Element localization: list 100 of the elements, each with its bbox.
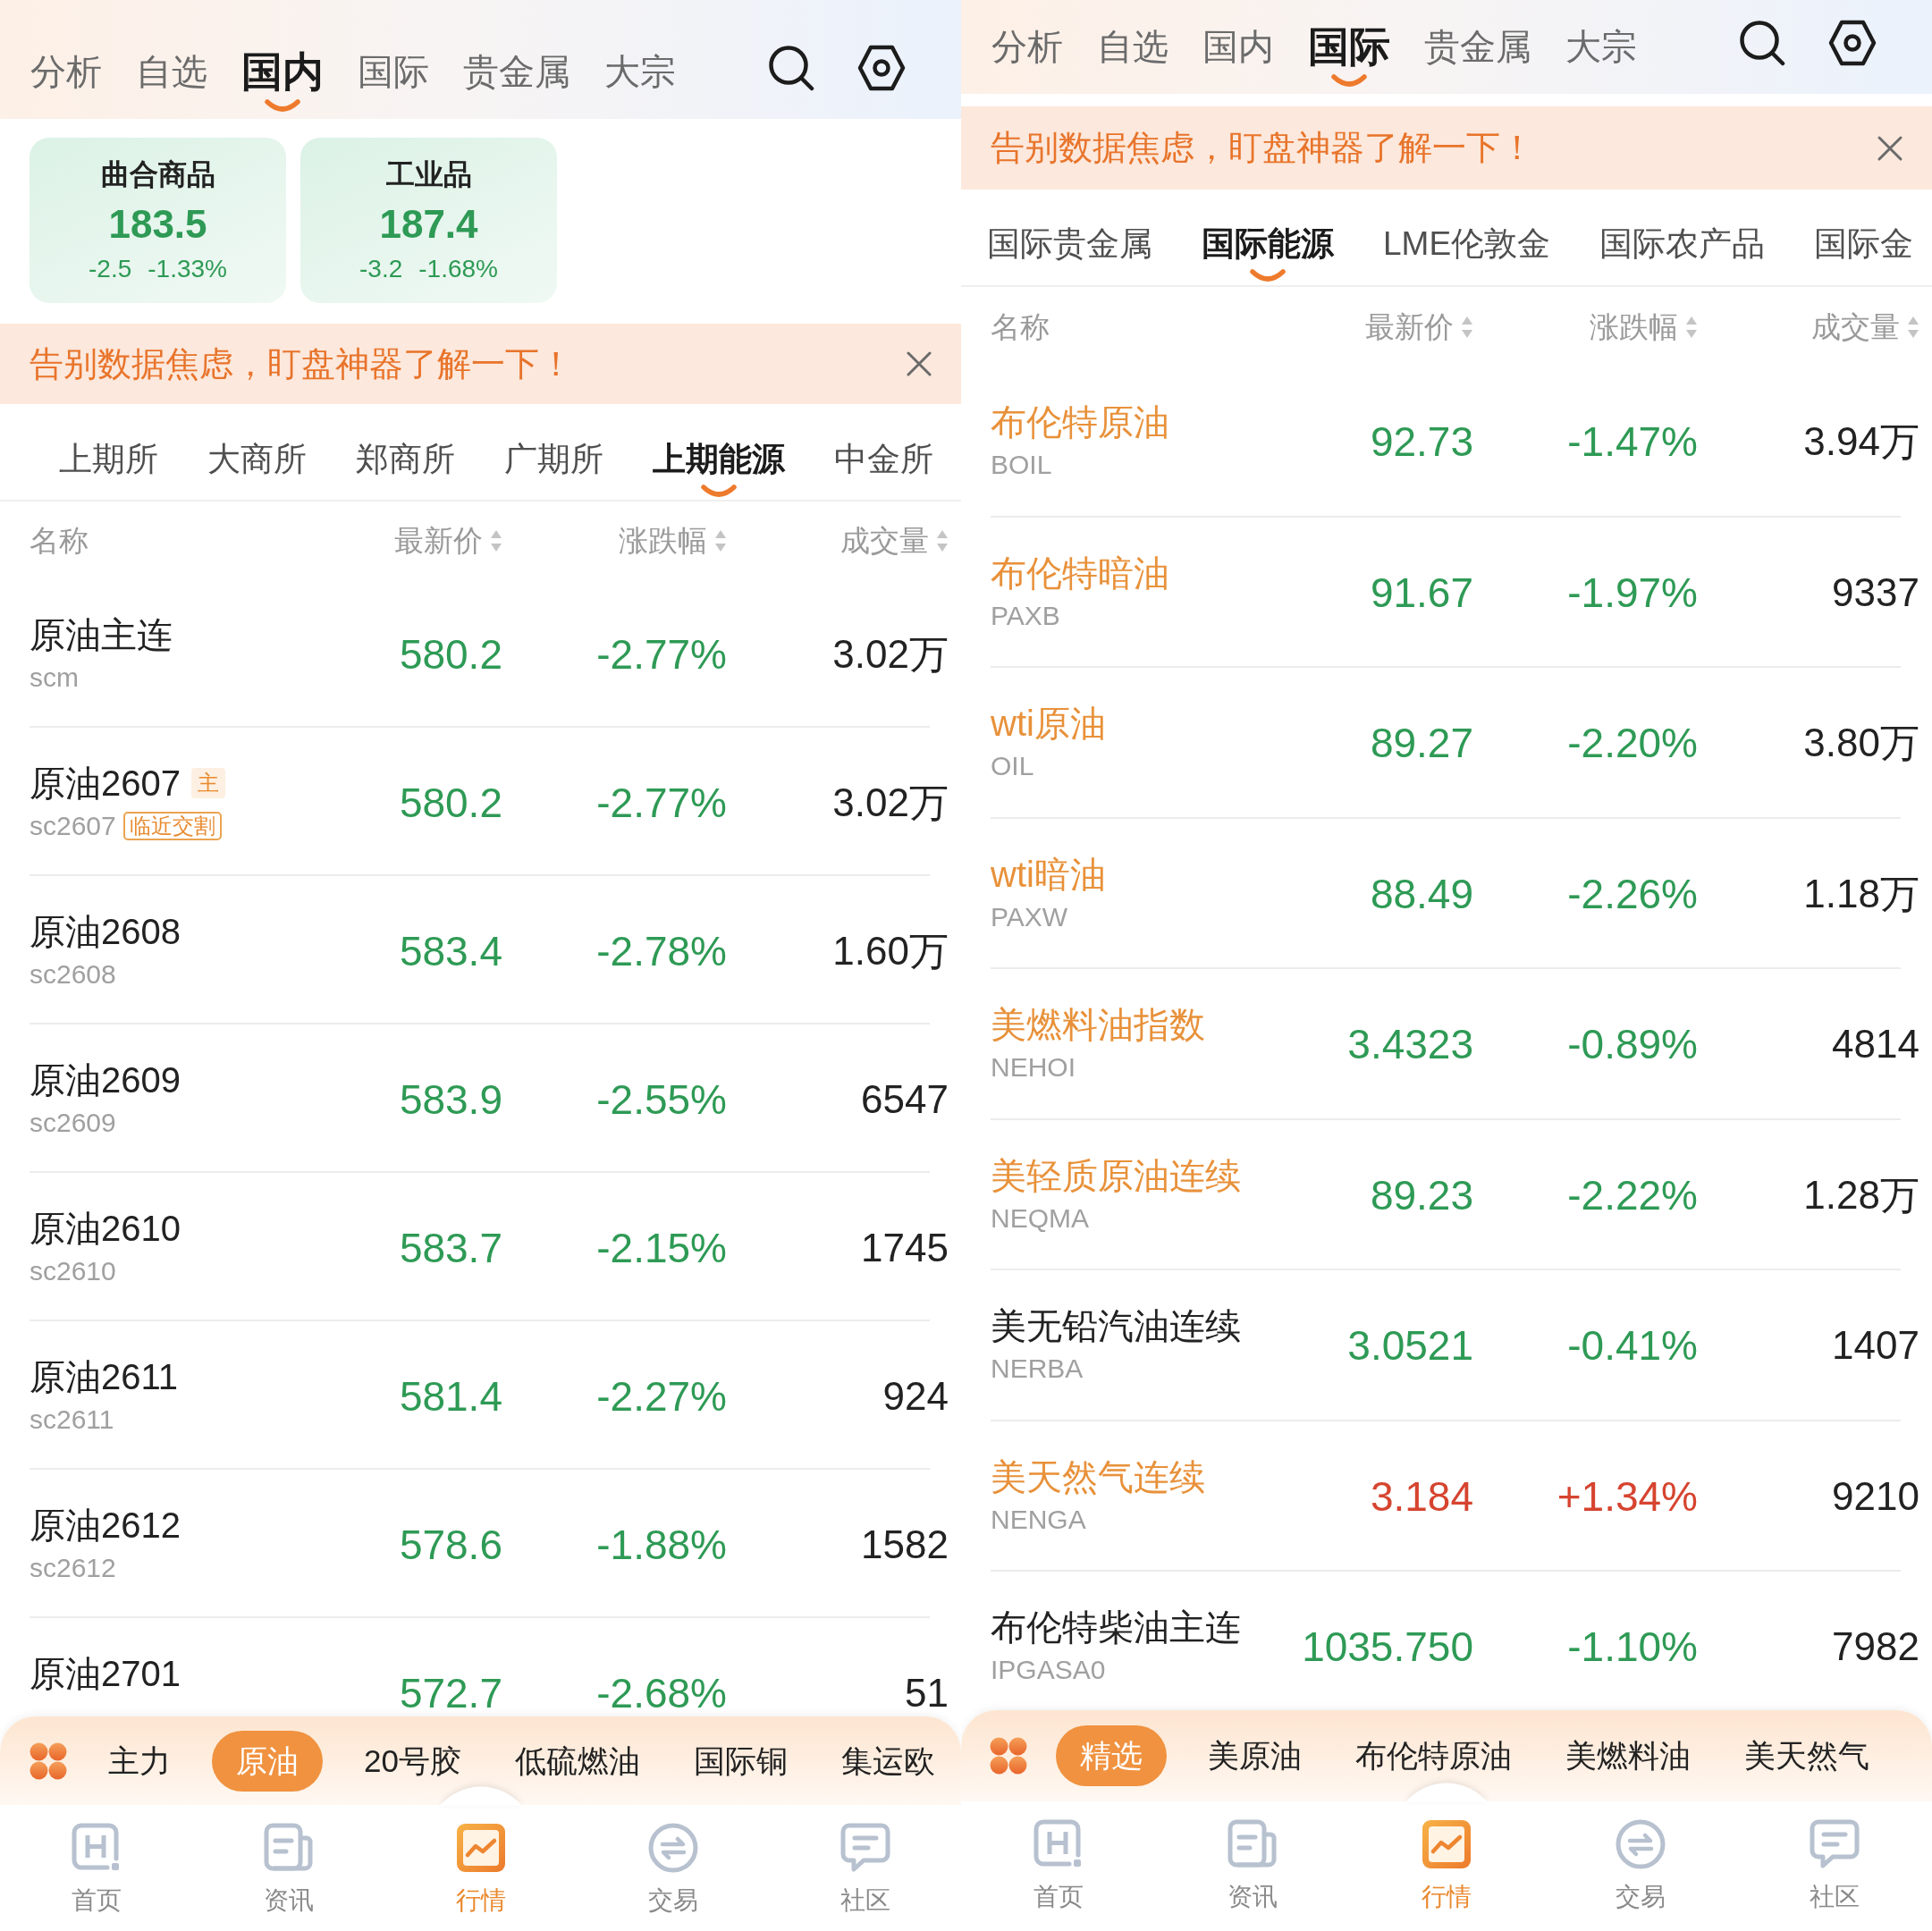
column-header[interactable]: 最新价	[394, 520, 502, 561]
last-price: 581.4	[399, 1372, 502, 1419]
search-icon[interactable]	[768, 45, 814, 91]
contract-name: 布伦特原油	[991, 401, 1169, 443]
arc-indicator-icon	[1250, 269, 1286, 282]
category-chip[interactable]: 美燃料油	[1553, 1725, 1703, 1786]
top-tab[interactable]: 自选	[136, 46, 207, 97]
contract-code: sc2608	[30, 958, 116, 991]
top-tab[interactable]: 贵金属	[1424, 21, 1531, 72]
change-percent: -1.88%	[596, 1521, 727, 1567]
contract-name: 原油2612	[30, 1505, 181, 1547]
bottom-nav-tab[interactable]: 社区	[1737, 1801, 1932, 1931]
contract-code: NENGA	[991, 1503, 1086, 1536]
exchange-tab[interactable]: 上期所	[59, 437, 158, 482]
top-tab[interactable]: 国内	[1202, 21, 1274, 72]
column-header[interactable]: 成交量	[840, 520, 949, 561]
top-tab[interactable]: 大宗	[1565, 21, 1637, 72]
volume: 3.02万	[832, 780, 949, 825]
contract-code: PAXB	[991, 599, 1060, 632]
contract-name: 原油2610	[30, 1208, 181, 1250]
bottom-nav-tab[interactable]: 首页	[0, 1805, 192, 1931]
top-tab[interactable]: 贵金属	[463, 46, 570, 97]
exchange-tab[interactable]: 上期能源	[653, 437, 785, 497]
bottom-nav-tab[interactable]: 资讯	[192, 1805, 384, 1931]
line-chart-icon[interactable]	[454, 1822, 507, 1874]
index-change: -2.5	[89, 254, 132, 284]
category-chip[interactable]: 美原油	[1195, 1725, 1314, 1786]
last-price: 1035.750	[1302, 1623, 1473, 1669]
volume: 1407	[1832, 1322, 1919, 1368]
last-price: 3.4323	[1347, 1020, 1473, 1067]
exchange-tab[interactable]: 国际能源	[1202, 222, 1334, 282]
contract-name: 原油2608	[30, 911, 181, 953]
arc-indicator-icon	[701, 485, 737, 497]
column-header[interactable]: 涨跌幅	[1590, 307, 1698, 347]
four-dots-icon[interactable]	[30, 1741, 67, 1780]
document-icon[interactable]	[262, 1822, 315, 1874]
swap-arrows-icon[interactable]	[1615, 1818, 1667, 1870]
close-icon[interactable]	[906, 350, 932, 377]
exchange-tab[interactable]: 国际贵金属	[987, 222, 1152, 266]
volume: 6547	[861, 1076, 949, 1122]
exchange-tab[interactable]: 广期所	[504, 437, 603, 482]
bottom-nav-tab[interactable]: 交易	[1543, 1801, 1738, 1931]
category-chip[interactable]: 国际铜	[680, 1730, 800, 1792]
banner-text[interactable]: 告别数据焦虑，盯盘神器了解一下！	[991, 122, 1534, 173]
volume: 1.18万	[1803, 870, 1919, 916]
top-tab[interactable]: 自选	[1097, 21, 1168, 72]
contract-code: BOIL	[991, 449, 1052, 481]
search-icon[interactable]	[1739, 20, 1785, 66]
close-icon[interactable]	[1877, 134, 1903, 162]
exchange-tab[interactable]: 大商所	[207, 437, 307, 482]
settings-icon[interactable]	[1828, 20, 1877, 66]
last-price: 89.27	[1370, 719, 1473, 765]
contract-name: wti暗油	[991, 853, 1106, 896]
bottom-nav-tab[interactable]: 交易	[577, 1805, 769, 1931]
change-percent: -1.10%	[1567, 1623, 1698, 1669]
banner-text[interactable]: 告别数据焦虑，盯盘神器了解一下！	[30, 338, 573, 390]
settings-icon[interactable]	[857, 45, 906, 91]
index-change: -3.2	[359, 254, 403, 284]
exchange-tab[interactable]: 国际农产品	[1599, 222, 1766, 266]
top-tab[interactable]: 大宗	[604, 46, 676, 97]
four-dots-icon[interactable]	[990, 1737, 1027, 1775]
category-chip[interactable]: 20号胶	[351, 1730, 474, 1792]
volume: 3.02万	[832, 631, 949, 677]
line-chart-icon[interactable]	[1421, 1818, 1472, 1870]
column-header: 名称	[30, 522, 89, 559]
index-card[interactable]: 曲合商品 183.5 -2.5 -1.33%	[30, 138, 286, 303]
exchange-tab[interactable]: 中金所	[834, 437, 933, 482]
document-icon[interactable]	[1226, 1818, 1278, 1870]
bottom-nav-tab[interactable]: 首页	[961, 1801, 1156, 1931]
index-card[interactable]: 工业品 187.4 -3.2 -1.68%	[300, 138, 557, 303]
category-chip[interactable]: 美天然气	[1732, 1725, 1882, 1786]
index-value: 183.5	[107, 201, 208, 248]
category-chip[interactable]: 主力	[96, 1730, 183, 1792]
top-tab[interactable]: 国际	[1308, 21, 1390, 87]
chat-bubble-icon[interactable]	[839, 1822, 891, 1874]
bottom-nav-tab[interactable]: 行情	[384, 1805, 577, 1931]
category-chip[interactable]: 布伦特原油	[1343, 1725, 1524, 1786]
swap-arrows-icon[interactable]	[646, 1822, 699, 1874]
category-chip[interactable]: 低硫燃油	[502, 1730, 653, 1792]
contract-code: NERBA	[991, 1353, 1084, 1385]
top-tab[interactable]: 国内	[241, 46, 324, 112]
bottom-nav-tab[interactable]: 社区	[769, 1805, 961, 1931]
exchange-tab[interactable]: 国际金	[1814, 222, 1914, 266]
volume: 3.94万	[1803, 418, 1919, 464]
bottom-nav-tab[interactable]: 行情	[1349, 1801, 1544, 1931]
contract-code: sc2612	[30, 1552, 116, 1584]
column-header[interactable]: 涨跌幅	[619, 520, 727, 561]
exchange-tab[interactable]: LME伦敦金	[1383, 222, 1551, 266]
exchange-tab[interactable]: 郑商所	[356, 437, 455, 482]
column-header[interactable]: 成交量	[1811, 307, 1919, 347]
bottom-nav-tab[interactable]: 资讯	[1155, 1801, 1350, 1931]
contract-name: 原油2701	[30, 1653, 181, 1695]
category-chip[interactable]: 集运欧	[828, 1730, 948, 1792]
change-percent: +1.34%	[1557, 1471, 1698, 1519]
column-header[interactable]: 最新价	[1365, 307, 1473, 347]
chat-bubble-icon[interactable]	[1809, 1818, 1861, 1870]
top-tab[interactable]: 分析	[30, 46, 102, 97]
contract-name: 原油2611	[30, 1356, 178, 1398]
top-tab[interactable]: 国际	[358, 46, 429, 97]
top-tab[interactable]: 分析	[991, 21, 1063, 72]
